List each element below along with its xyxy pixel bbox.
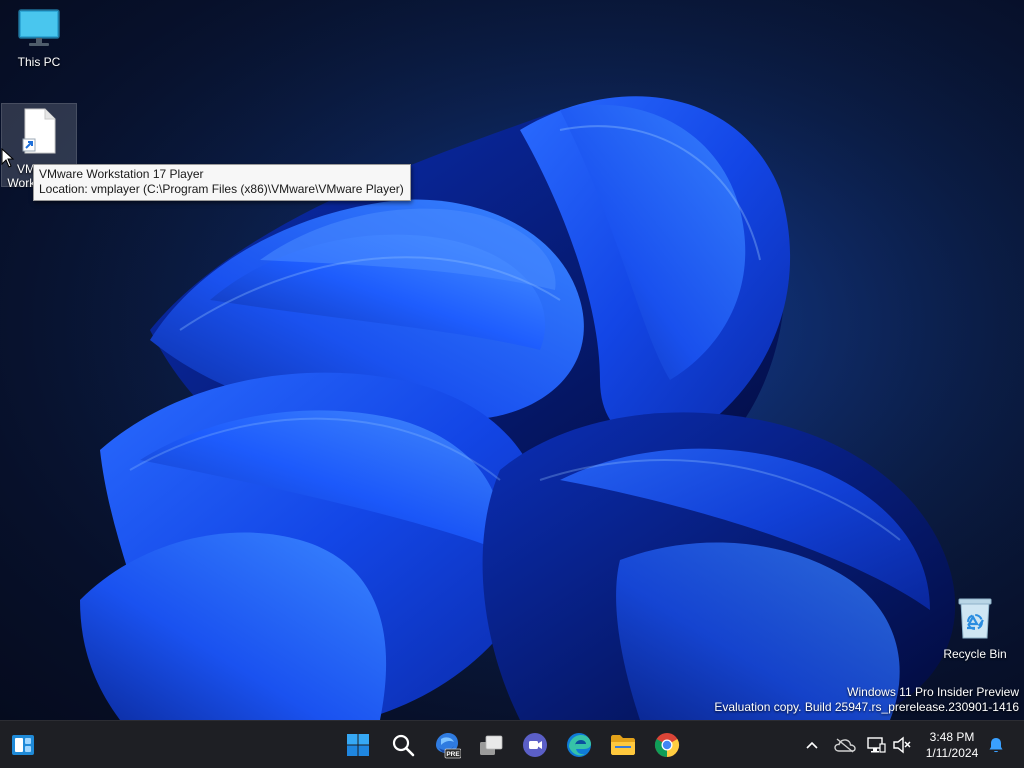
file-explorer-button[interactable] (606, 728, 640, 762)
search-icon (392, 734, 415, 757)
teams-chat-button[interactable] (518, 728, 552, 762)
desktop-icon-this-pc[interactable]: This PC (1, 8, 77, 69)
watermark-edition: Windows 11 Pro Insider Preview (847, 685, 1019, 699)
taskbar-clock[interactable]: 3:48 PM 1/11/2024 (918, 729, 986, 761)
shortcut-file-icon (22, 108, 56, 154)
monitor-icon (18, 9, 60, 46)
icon-label: Recycle Bin (943, 647, 1007, 661)
bell-icon (989, 738, 1003, 753)
teams-icon (523, 733, 547, 757)
icon-label: This PC (17, 55, 61, 69)
volume-muted-icon (893, 736, 911, 754)
mouse-cursor-icon (1, 148, 15, 168)
clock-date: 1/11/2024 (925, 746, 979, 760)
widgets-button[interactable] (6, 728, 40, 762)
edge-icon (567, 733, 591, 757)
chrome-button[interactable] (650, 728, 684, 762)
edge-button[interactable] (562, 728, 596, 762)
folder-icon (611, 735, 635, 755)
shortcut-tooltip: VMware Workstation 17 Player Location: v… (33, 164, 411, 201)
network-button[interactable] (864, 733, 888, 757)
search-button[interactable] (386, 728, 420, 762)
notifications-button[interactable] (984, 733, 1008, 757)
show-hidden-icons-button[interactable] (800, 733, 824, 757)
tooltip-location: Location: vmplayer (C:\Program Files (x8… (39, 182, 404, 196)
svg-text:PRE: PRE (446, 751, 460, 758)
start-button[interactable] (341, 728, 375, 762)
task-view-button[interactable] (474, 728, 508, 762)
desktop[interactable]: This PC VMware Workstation 17 Player Rec… (0, 0, 1024, 720)
watermark-build: Evaluation copy. Build 25947.rs_prerelea… (714, 700, 1019, 714)
copilot-button[interactable]: PRE (430, 728, 464, 762)
evaluation-watermark: Windows 11 Pro Insider Preview Evaluatio… (714, 685, 1019, 715)
windows-logo-icon (347, 734, 369, 756)
chevron-up-icon (806, 741, 818, 749)
widgets-icon (12, 735, 34, 755)
task-view-icon (480, 735, 503, 755)
bloom-wallpaper (0, 0, 1024, 720)
desktop-icon-recycle-bin[interactable]: Recycle Bin (937, 596, 1013, 661)
network-icon (867, 737, 886, 753)
chrome-icon (654, 733, 680, 757)
taskbar: PRE 3:48 PM 1/11/2024 (0, 720, 1024, 768)
clock-time: 3:48 PM (929, 730, 975, 744)
recycle-bin-icon (958, 598, 992, 639)
tooltip-title: VMware Workstation 17 Player (39, 167, 204, 181)
onedrive-offline-icon (834, 738, 856, 753)
onedrive-button[interactable] (833, 733, 857, 757)
volume-button[interactable] (890, 733, 914, 757)
copilot-pre-icon: PRE (436, 733, 461, 759)
